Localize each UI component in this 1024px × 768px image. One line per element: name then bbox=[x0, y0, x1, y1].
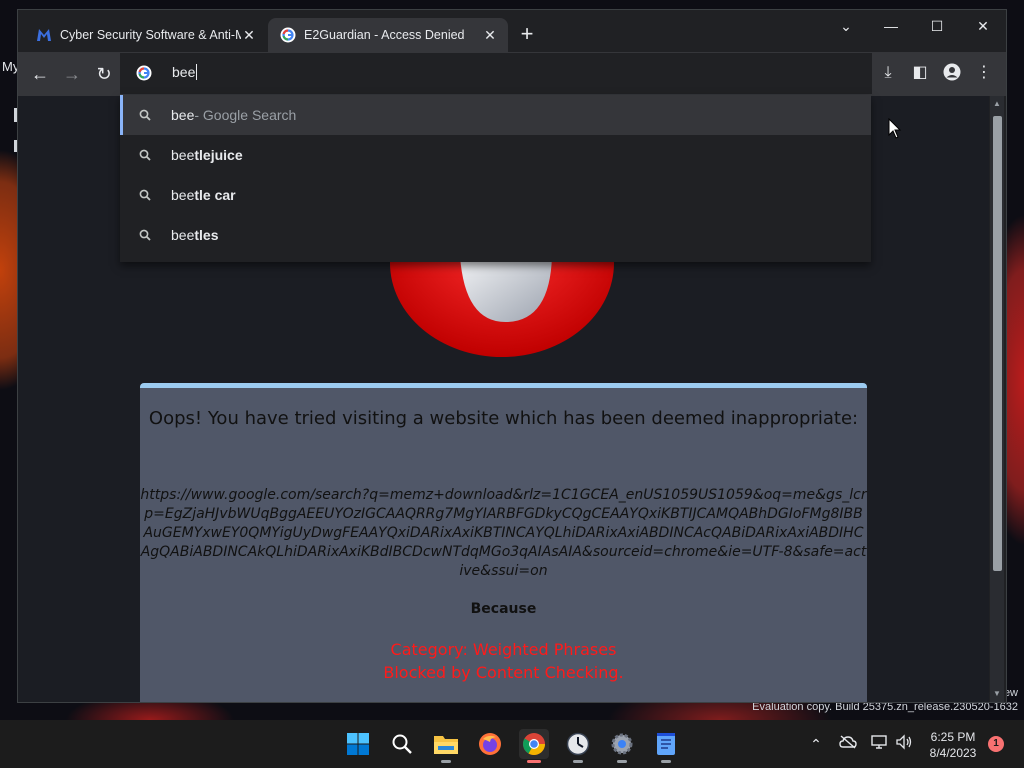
close-tab-icon[interactable]: ✕ bbox=[241, 27, 257, 44]
search-icon bbox=[137, 149, 153, 161]
tab-cyber-security[interactable]: Cyber Security Software & Anti-M ✕ bbox=[24, 18, 267, 52]
clock-app-icon[interactable] bbox=[563, 729, 593, 763]
running-indicator bbox=[573, 760, 583, 763]
scroll-up-arrow[interactable]: ▲ bbox=[990, 98, 1004, 110]
cloud-offline-icon[interactable] bbox=[838, 734, 858, 754]
suggestion-typed: bee bbox=[171, 187, 195, 203]
search-icon bbox=[137, 189, 153, 201]
page-scrollbar[interactable]: ▲ ▼ bbox=[990, 96, 1004, 702]
chevron-up-icon[interactable]: ⌃ bbox=[806, 734, 826, 754]
suggestion-typed: bee bbox=[171, 227, 195, 243]
address-bar[interactable]: bee bbox=[120, 53, 872, 94]
running-indicator bbox=[661, 760, 671, 763]
suggestion-item[interactable]: bee tlejuice bbox=[120, 135, 871, 175]
google-icon bbox=[280, 27, 296, 43]
chrome-icon[interactable] bbox=[519, 729, 549, 763]
suggestion-completion: tlejuice bbox=[194, 147, 243, 163]
tab-search-icon[interactable]: ⌄ bbox=[823, 10, 869, 42]
back-button[interactable]: ← bbox=[28, 62, 52, 86]
clock-time: 6:25 PM bbox=[930, 730, 976, 744]
text-caret bbox=[196, 64, 198, 80]
omnibox-suggestions: bee - Google Search bee tlejuice bee tle c… bbox=[120, 95, 871, 262]
search-icon bbox=[137, 109, 153, 121]
close-tab-icon[interactable]: ✕ bbox=[482, 27, 498, 44]
close-window-button[interactable]: ✕ bbox=[960, 10, 1006, 42]
search-icon[interactable] bbox=[387, 729, 417, 759]
volume-icon[interactable] bbox=[894, 734, 914, 754]
tab-e2guardian[interactable]: E2Guardian - Access Denied ✕ bbox=[268, 18, 508, 52]
suggestion-item[interactable]: bee tles bbox=[120, 215, 871, 255]
denied-heading: Oops! You have tried visiting a website … bbox=[148, 408, 859, 429]
profile-icon[interactable] bbox=[942, 63, 962, 83]
firefox-icon[interactable] bbox=[475, 729, 505, 759]
network-icon[interactable] bbox=[870, 734, 890, 754]
reload-button[interactable]: ↻ bbox=[92, 62, 116, 86]
search-icon bbox=[137, 229, 153, 241]
block-reason: Blocked by Content Checking. bbox=[383, 663, 624, 682]
suggestion-hint: - Google Search bbox=[194, 107, 297, 123]
running-indicator bbox=[441, 760, 451, 763]
suggestion-typed: bee bbox=[171, 147, 195, 163]
google-icon bbox=[136, 65, 152, 86]
forward-button[interactable]: → bbox=[60, 62, 84, 86]
because-label: Because bbox=[470, 601, 537, 617]
access-denied-panel: Oops! You have tried visiting a website … bbox=[140, 383, 867, 702]
start-icon[interactable] bbox=[343, 729, 373, 759]
clock-date: 8/4/2023 bbox=[929, 746, 977, 760]
scroll-thumb[interactable] bbox=[993, 116, 1002, 571]
taskbar: ⌃ 6:25 PM 8/4/2023 1 bbox=[0, 720, 1024, 768]
settings-icon[interactable] bbox=[607, 729, 637, 763]
notification-badge[interactable]: 1 bbox=[988, 736, 1004, 752]
running-indicator bbox=[617, 760, 627, 763]
address-input[interactable]: bee bbox=[172, 64, 198, 80]
suggestion-completion: tles bbox=[194, 227, 219, 243]
suggestion-item[interactable]: bee - Google Search bbox=[120, 95, 871, 135]
address-input-text: bee bbox=[172, 64, 196, 80]
more-menu-icon[interactable]: ⋮ bbox=[974, 63, 994, 83]
suggestion-item[interactable]: bee tle car bbox=[120, 175, 871, 215]
suggestion-completion: tle car bbox=[194, 187, 236, 203]
maximize-button[interactable]: ☐ bbox=[914, 10, 960, 42]
tab-title: E2Guardian - Access Denied bbox=[304, 28, 465, 42]
side-panel-icon[interactable]: ◧ bbox=[910, 63, 930, 83]
tab-strip: Cyber Security Software & Anti-M ✕ E2Gua… bbox=[18, 10, 1006, 52]
download-icon[interactable]: ⤓ bbox=[878, 63, 898, 83]
blocked-url: https://www.google.com/search?q=memz+dow… bbox=[140, 487, 867, 579]
new-tab-button[interactable]: + bbox=[516, 23, 538, 46]
mouse-cursor-icon bbox=[888, 117, 902, 140]
file-explorer-icon[interactable] bbox=[431, 729, 461, 763]
suggestion-typed: bee bbox=[171, 107, 195, 123]
malwarebytes-icon bbox=[36, 27, 52, 43]
active-indicator bbox=[527, 760, 541, 763]
block-category: Category: Weighted Phrases bbox=[390, 640, 617, 659]
minimize-button[interactable]: — bbox=[868, 10, 914, 42]
notepad-icon[interactable] bbox=[651, 729, 681, 763]
scroll-down-arrow[interactable]: ▼ bbox=[990, 688, 1004, 700]
system-clock[interactable]: 6:25 PM 8/4/2023 bbox=[918, 729, 988, 761]
tab-title: Cyber Security Software & Anti-M bbox=[60, 28, 241, 42]
